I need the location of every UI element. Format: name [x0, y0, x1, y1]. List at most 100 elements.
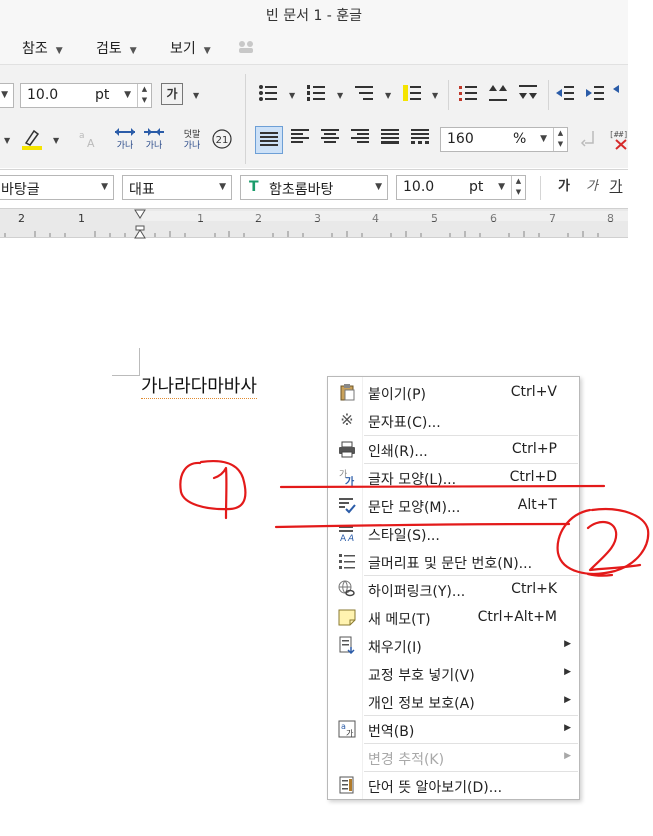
- char-spacing-narrow-label: 가나: [145, 141, 163, 151]
- ctx-new-memo[interactable]: 새 메모(T) Ctrl+Alt+M: [328, 603, 579, 631]
- bold-button[interactable]: 가: [552, 175, 576, 199]
- ctx-track-changes: 변경 추적(K) ▶: [328, 743, 579, 771]
- ctx-print[interactable]: 인쇄(R)... Ctrl+P: [328, 435, 579, 463]
- ctx-dictionary-label: 단어 뜻 알아보기(D)...: [368, 780, 503, 796]
- format-font-size-combo[interactable]: 10.0 pt ▼ ▲ ▼: [396, 175, 526, 200]
- ctx-privacy-protection-label: 개인 정보 보호(A): [368, 696, 475, 712]
- align-center-icon[interactable]: [318, 128, 342, 152]
- remove-format-icon[interactable]: [##]: [608, 128, 628, 152]
- menu-view[interactable]: 보기 ▼: [170, 38, 211, 58]
- ctx-new-memo-shortcut: Ctrl+Alt+M: [477, 609, 557, 625]
- ctx-char-shape[interactable]: 가가 글자 모양(L)... Ctrl+D: [328, 463, 579, 491]
- ctx-hyperlink-label: 하이퍼링크(Y)...: [368, 584, 466, 600]
- language-combo[interactable]: 대표 ▼: [122, 175, 232, 200]
- char-spacing-narrow-icon[interactable]: [142, 126, 166, 140]
- window-title: 빈 문서 1 - 훈글: [265, 8, 363, 24]
- annotation-tail: [586, 572, 614, 577]
- ctx-style[interactable]: AA 스타일(S)...: [328, 519, 579, 547]
- circled-char-icon[interactable]: 21: [210, 127, 234, 151]
- line-spacing-combo[interactable]: 160 % ▼ ▲ ▼: [440, 127, 568, 152]
- ctx-bullets-numbering-label: 글머리표 및 문단 번호(N)...: [368, 556, 533, 572]
- ctx-bullets-numbering[interactable]: 글머리표 및 문단 번호(N)...: [328, 547, 579, 575]
- svg-text:21: 21: [216, 135, 229, 146]
- submenu-arrow-icon: ▶: [564, 751, 571, 761]
- toolbar-font-size-combo[interactable]: 10.0 pt ▼ ▲ ▼: [20, 83, 152, 108]
- chevron-down-icon[interactable]: ▼: [432, 91, 438, 100]
- ctx-fill[interactable]: 채우기(I) ▶: [328, 631, 579, 659]
- decrease-indent-icon[interactable]: [553, 83, 577, 107]
- ctx-proofreading-marks[interactable]: 교정 부호 넣기(V) ▶: [328, 659, 579, 687]
- numbered-list-icon[interactable]: [304, 83, 328, 107]
- translate-icon: a가: [338, 720, 356, 738]
- increase-indent-icon[interactable]: [583, 83, 607, 107]
- svg-text:A: A: [87, 137, 95, 150]
- ctx-hyperlink[interactable]: 하이퍼링크(Y)... Ctrl+K: [328, 575, 579, 603]
- format-font-size-value: 10.0: [403, 179, 435, 195]
- spacing-up-icon[interactable]: [486, 83, 510, 107]
- prev-combo[interactable]: ▼: [0, 83, 14, 108]
- line-spacing-unit: %: [513, 131, 527, 147]
- line-number-icon[interactable]: [456, 83, 480, 107]
- outdent-icon[interactable]: [611, 83, 628, 107]
- menu-review[interactable]: 검토 ▼: [96, 38, 137, 58]
- highlighter-icon[interactable]: [20, 127, 44, 151]
- ctx-symbols-label: 문자표(C)...: [368, 415, 441, 431]
- highlight-list-icon[interactable]: [400, 83, 424, 107]
- ctx-translate[interactable]: a가 번역(B) ▶: [328, 715, 579, 743]
- chevron-down-icon: ▼: [55, 46, 63, 56]
- context-menu: 붙이기(P) Ctrl+V ※ 문자표(C)... 인쇄(R)... Ctrl+…: [327, 376, 580, 800]
- spin-buttons[interactable]: ▲ ▼: [137, 84, 151, 107]
- spin-buttons[interactable]: ▲ ▼: [511, 176, 525, 199]
- horizontal-ruler[interactable]: 2 1 1 2 3 4 5 6 7 8: [0, 208, 628, 239]
- ctx-proofreading-marks-label: 교정 부호 넣기(V): [368, 668, 475, 684]
- svg-text:A: A: [347, 534, 354, 542]
- chevron-down-icon[interactable]: ▼: [289, 91, 295, 100]
- align-right-icon[interactable]: [348, 128, 372, 152]
- font-size-value: 10.0: [27, 87, 59, 103]
- ctx-dictionary[interactable]: 단어 뜻 알아보기(D)...: [328, 771, 579, 799]
- align-justify-icon[interactable]: [255, 126, 283, 154]
- chevron-down-icon: ▼: [1, 90, 8, 100]
- char-shape-icon[interactable]: 가: [161, 83, 183, 105]
- ctx-paste[interactable]: 붙이기(P) Ctrl+V: [328, 378, 579, 406]
- align-divide-icon[interactable]: [408, 128, 432, 152]
- spacing-down-icon[interactable]: [516, 83, 540, 107]
- underline-button[interactable]: 가: [604, 175, 628, 199]
- line-break-icon[interactable]: [578, 128, 602, 152]
- ctx-hyperlink-shortcut: Ctrl+K: [511, 581, 557, 597]
- outline-list-icon[interactable]: [352, 83, 376, 107]
- chevron-down-icon[interactable]: ▼: [4, 136, 10, 145]
- ruler-ticks: [4, 211, 628, 237]
- annotation-digit-2: [586, 521, 642, 572]
- italic-button[interactable]: 가: [580, 175, 604, 199]
- clipboard-icon: [338, 383, 356, 401]
- chevron-down-icon[interactable]: ▼: [53, 136, 59, 145]
- char-spacing-wide-icon[interactable]: [113, 126, 137, 140]
- ruby-text-label[interactable]: 덧말: [180, 130, 204, 140]
- bullet-list-icon[interactable]: [256, 83, 280, 107]
- align-distribute-icon[interactable]: [378, 128, 402, 152]
- svg-text:a: a: [79, 131, 85, 141]
- font-combo[interactable]: T 함초롬바탕 ▼: [240, 175, 388, 200]
- chevron-down-icon[interactable]: ▼: [337, 91, 343, 100]
- align-left-icon[interactable]: [288, 128, 312, 152]
- fill-icon: [338, 636, 356, 655]
- ctx-privacy-protection[interactable]: 개인 정보 보호(A) ▶: [328, 687, 579, 715]
- language-value: 대표: [129, 182, 155, 198]
- spin-buttons[interactable]: ▲ ▼: [553, 128, 567, 151]
- style-combo[interactable]: 바탕글 ▼: [0, 175, 114, 200]
- ctx-symbols[interactable]: ※ 문자표(C)...: [328, 406, 579, 434]
- chevron-down-icon: ▼: [129, 46, 137, 56]
- convert-case-icon[interactable]: aA: [76, 127, 100, 151]
- chevron-down-icon: ▼: [219, 182, 226, 192]
- ctx-char-shape-shortcut: Ctrl+D: [509, 469, 557, 485]
- chevron-down-icon[interactable]: ▼: [193, 91, 199, 100]
- ctx-paragraph-shape[interactable]: 문단 모양(M)... Alt+T: [328, 491, 579, 519]
- indent-marker-icon[interactable]: [134, 209, 146, 239]
- menu-reference[interactable]: 참조 ▼: [22, 38, 63, 58]
- chevron-down-icon[interactable]: ▼: [385, 91, 391, 100]
- document-text[interactable]: 가나라다마바사: [141, 376, 257, 399]
- collaboration-icon[interactable]: [236, 38, 256, 54]
- ctx-paste-label: 붙이기(P): [368, 387, 427, 403]
- ctx-char-shape-label: 글자 모양(L)...: [368, 472, 457, 488]
